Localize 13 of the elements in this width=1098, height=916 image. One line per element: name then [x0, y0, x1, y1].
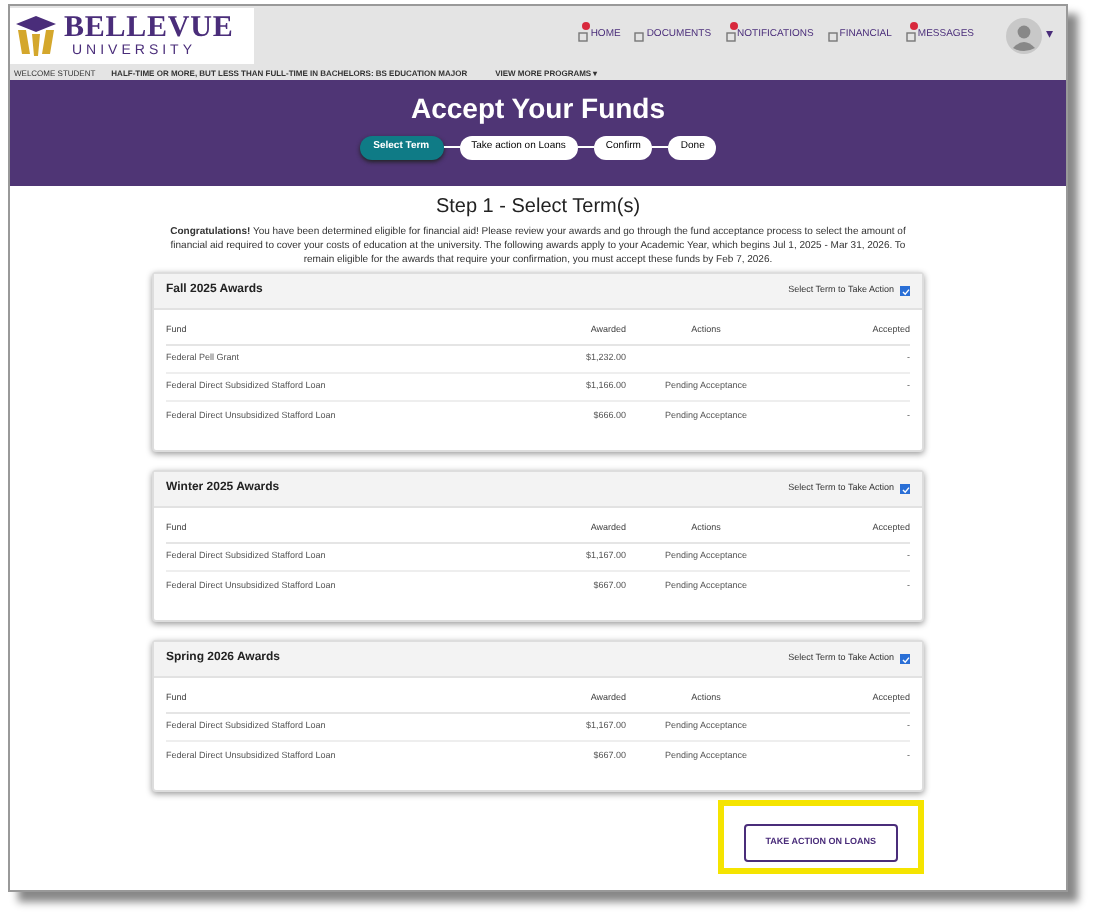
nav-icon [725, 31, 736, 41]
logo-title: BELLEVUE [64, 14, 234, 44]
step-title: Step 1 - Select Term(s) [435, 194, 641, 222]
nav-icon [578, 31, 589, 41]
checkbox[interactable] [900, 484, 910, 494]
banner-title: Accept Your Funds [410, 90, 666, 128]
logo-icon [14, 14, 58, 58]
checkbox[interactable] [900, 654, 910, 664]
nav-icon [827, 31, 838, 41]
nav-icon [905, 31, 916, 41]
avatar-icon [1006, 18, 1042, 54]
nav-icon [634, 31, 645, 41]
checkbox[interactable] [900, 286, 910, 296]
